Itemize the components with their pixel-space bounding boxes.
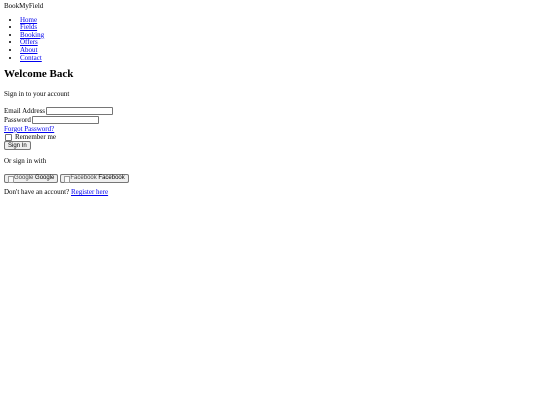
page-subtitle: Sign in to your account [4,90,70,99]
nav-item-booking: Booking [20,31,540,40]
email-row: Email Address [4,107,540,116]
google-icon-alt: Google [14,175,34,182]
facebook-signin-button[interactable]: Facebook Facebook [60,174,129,184]
email-label: Email Address [4,106,46,115]
social-buttons: Google Google Facebook Facebook [4,174,540,184]
register-link[interactable]: Register here [71,188,108,196]
nav-item-home: Home [20,16,540,25]
page-title: Welcome Back [4,68,74,81]
google-signin-button[interactable]: Google Google [4,174,59,184]
facebook-label: Facebook [98,175,125,182]
brand-logo: BookMyField [4,2,44,10]
nav-item-contact: Contact [20,54,540,63]
social-intro: Or sign in with [4,157,47,166]
remember-checkbox[interactable] [5,133,12,141]
remember-row: Remember me [4,133,540,141]
remember-label: Remember me [15,132,57,141]
login-form: Email Address Password Forgot Password? … [4,107,540,151]
sign-in-button[interactable]: Sign In [4,141,31,151]
password-row: Password [4,116,540,125]
nav-link-contact[interactable]: Contact [20,54,42,62]
email-field[interactable] [46,107,114,116]
main-nav: Home Fields Booking Offers About Contact [4,16,540,63]
forgot-password-link[interactable]: Forgot Password? [4,125,54,133]
google-label: Google [35,175,55,182]
password-field[interactable] [31,116,99,125]
register-prompt: Don't have an account? [4,188,70,197]
signin-wrap: Sign In [4,141,540,151]
forgot-row: Forgot Password? [4,125,540,134]
nav-item-offers: Offers [20,39,540,47]
facebook-icon-alt: Facebook [70,175,97,182]
password-label: Password [4,115,31,124]
nav-item-about: About [20,46,540,55]
facebook-icon [64,175,71,183]
page: BookMyField Home Fields Booking Offers A… [0,0,540,197]
google-icon [8,175,14,183]
register-row: Don't have an account? Register here [4,188,540,197]
nav-item-fields: Fields [20,23,540,32]
